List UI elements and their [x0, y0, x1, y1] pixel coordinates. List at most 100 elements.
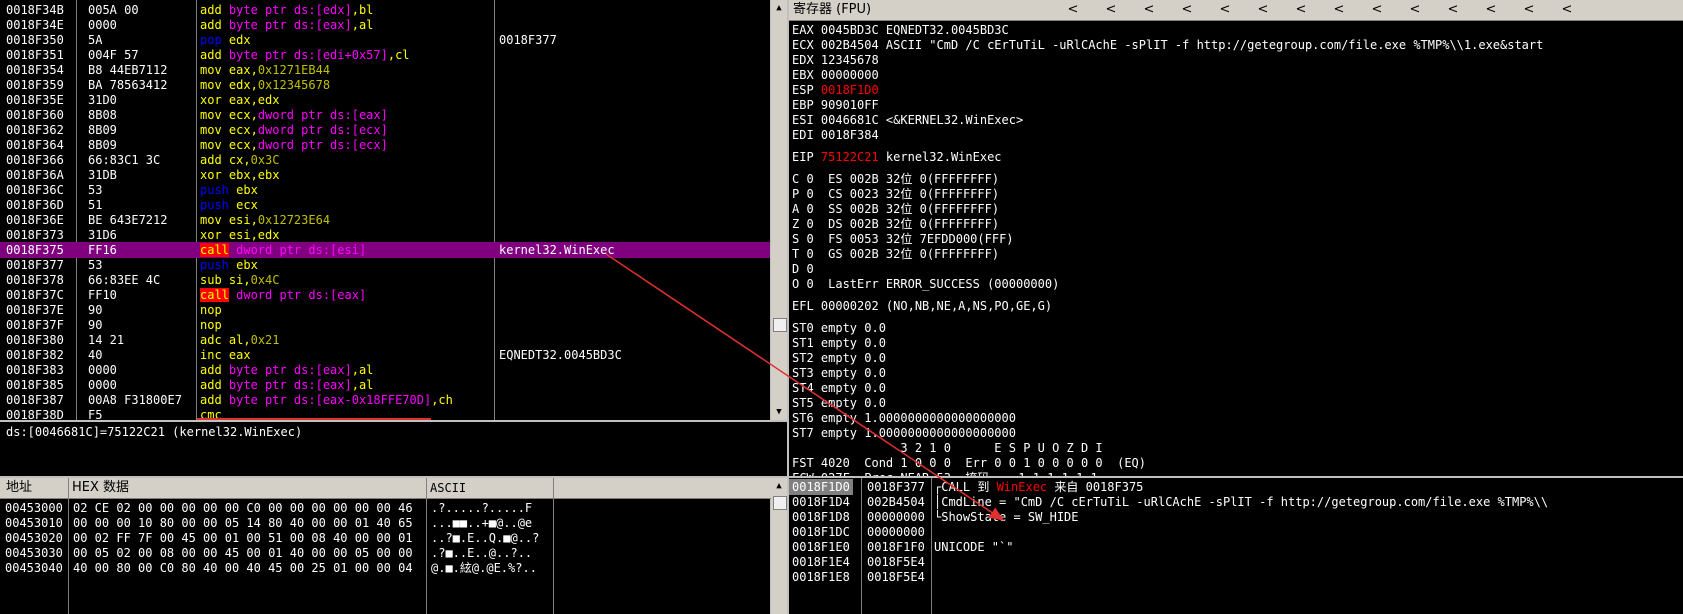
dump-ascii: @.■.絃@.@E.%?..	[431, 561, 537, 575]
disasm-row[interactable]: 0018F37F 90 nop	[0, 317, 770, 333]
nav-left-arrow-icon[interactable]: <	[1293, 2, 1309, 18]
register-line[interactable]: D 0	[792, 261, 1683, 277]
dump-header-address[interactable]: 地址	[6, 478, 32, 498]
register-line[interactable]: P 0 CS 0023 32位 0(FFFFFFFF)	[792, 186, 1683, 202]
register-line[interactable]: C 0 ES 002B 32位 0(FFFFFFFF)	[792, 171, 1683, 187]
register-line[interactable]: S 0 FS 0053 32位 7EFDD000(FFF)	[792, 231, 1683, 247]
nav-left-arrow-icon[interactable]: <	[1217, 2, 1233, 18]
nav-left-arrow-icon[interactable]: <	[1445, 2, 1461, 18]
register-line[interactable]: Z 0 DS 002B 32位 0(FFFFFFFF)	[792, 216, 1683, 232]
dump-row[interactable]: 00453000 02 CE 02 00 00 00 00 00 C0 00 00…	[0, 500, 770, 516]
nav-left-arrow-icon[interactable]: <	[1521, 2, 1537, 18]
dump-header-hex[interactable]: HEX 数据	[72, 478, 129, 498]
disasm-row[interactable]: 0018F387 00A8 F31800E7 add byte ptr ds:[ea…	[0, 392, 770, 408]
disasm-instruction: adc al,0x21	[200, 332, 280, 348]
disasm-row[interactable]: 0018F37E 90 nop	[0, 302, 770, 318]
register-line[interactable]: EDI 0018F384	[792, 127, 1683, 143]
dump-header-ascii[interactable]: ASCII	[430, 478, 466, 498]
disasm-row[interactable]: 0018F360 8B08 mov ecx,dword ptr ds:[eax]	[0, 107, 770, 123]
disasm-row[interactable]: 0018F37C FF10 call dword ptr ds:[eax]	[0, 287, 770, 303]
nav-left-arrow-icon[interactable]: <	[1141, 2, 1157, 18]
register-line[interactable]: ST5 empty 0.0	[792, 395, 1683, 411]
disasm-row[interactable]: 0018F378 66:83EE 4C sub si,0x4C	[0, 272, 770, 288]
register-line[interactable]: EBP 909010FF	[792, 97, 1683, 113]
dump-row[interactable]: 00453030 00 05 02 00 08 00 00 45 00 01 40…	[0, 545, 770, 561]
disasm-row[interactable]: 0018F36E BE 643E7212 mov esi,0x12723E64	[0, 212, 770, 228]
disasm-row[interactable]: 0018F34E 0000 add byte ptr ds:[eax],al	[0, 17, 770, 33]
nav-left-arrow-icon[interactable]: <	[1559, 2, 1575, 18]
disasm-row[interactable]: 0018F354 B8 44EB7112 mov eax,0x1271EB44	[0, 62, 770, 78]
dump-pane[interactable]: 00453000 02 CE 02 00 00 00 00 00 C0 00 00…	[0, 499, 770, 614]
disasm-row[interactable]: 0018F373 31D6 xor esi,edx	[0, 227, 770, 243]
disasm-row[interactable]: 0018F359 BA 78563412 mov edx,0x12345678	[0, 77, 770, 93]
register-line[interactable]: ST1 empty 0.0	[792, 335, 1683, 351]
nav-left-arrow-icon[interactable]: <	[1065, 2, 1081, 18]
registers-pane[interactable]: EAX 0045BD3C EQNEDT32.0045BD3C ECX 002B45…	[789, 21, 1683, 476]
register-line[interactable]: EFL 00000202 (NO,NB,NE,A,NS,PO,GE,G)	[792, 298, 1683, 314]
stack-row[interactable]: 0018F1E4 0018F5E4	[789, 554, 1683, 570]
nav-left-arrow-icon[interactable]: <	[1483, 2, 1499, 18]
register-line[interactable]: FCW 027F Prec NEAR,53 掩码 1 1 1 1 1 1	[792, 470, 1683, 476]
stack-row[interactable]: 0018F1E0 0018F1F0 UNICODE "`"	[789, 539, 1683, 555]
nav-left-arrow-icon[interactable]: <	[1255, 2, 1271, 18]
register-line[interactable]: ECX 002B4504 ASCII "CmD /C cErTuTiL -uRl…	[792, 37, 1683, 53]
nav-left-arrow-icon[interactable]: <	[1103, 2, 1119, 18]
stack-pane[interactable]: 0018F1D0 0018F377 ┌CALL 到 WinExec 来自 0018F…	[789, 478, 1683, 614]
stack-row[interactable]: 0018F1DC 00000000	[789, 524, 1683, 540]
disasm-row[interactable]: 0018F35E 31D0 xor eax,edx	[0, 92, 770, 108]
disasm-row[interactable]: 0018F383 0000 add byte ptr ds:[eax],al	[0, 362, 770, 378]
disasm-row[interactable]: 0018F366 66:83C1 3C add cx,0x3C	[0, 152, 770, 168]
disassembly-scrollbar[interactable]: ▲ ▼	[771, 0, 787, 420]
stack-row[interactable]: 0018F1D0 0018F377 ┌CALL 到 WinExec 来自 0018F…	[789, 479, 1683, 495]
register-line[interactable]: ST0 empty 0.0	[792, 320, 1683, 336]
disasm-row[interactable]: 0018F375 FF16 call dword ptr ds:[esi] kerne…	[0, 242, 770, 258]
nav-left-arrow-icon[interactable]: <	[1369, 2, 1385, 18]
disasm-row[interactable]: 0018F350 5A pop edx 0018F377	[0, 32, 770, 48]
register-line[interactable]: EIP 75122C21 kernel32.WinExec	[792, 149, 1683, 165]
disasm-row[interactable]: 0018F34B 005A 00 add byte ptr ds:[edx],bl	[0, 2, 770, 18]
nav-left-arrow-icon[interactable]: <	[1407, 2, 1423, 18]
register-line[interactable]: ST3 empty 0.0	[792, 365, 1683, 381]
register-line[interactable]: ST2 empty 0.0	[792, 350, 1683, 366]
register-line[interactable]: ST6 empty 1.0000000000000000000	[792, 410, 1683, 426]
register-line[interactable]: O 0 LastErr ERROR_SUCCESS (00000000)	[792, 276, 1683, 292]
scroll-thumb[interactable]	[773, 496, 787, 510]
nav-left-arrow-icon[interactable]: <	[1179, 2, 1195, 18]
register-line[interactable]: ST4 empty 0.0	[792, 380, 1683, 396]
dump-row[interactable]: 00453010 00 00 00 10 80 00 00 05 14 80 40…	[0, 515, 770, 531]
register-line[interactable]: 3 2 1 0 E S P U O Z D I	[792, 440, 1683, 456]
disasm-row[interactable]: 0018F36D 51 push ecx	[0, 197, 770, 213]
disasm-instruction: nop	[200, 317, 222, 333]
dump-row[interactable]: 00453020 00 02 FF 7F 00 45 00 01 00 51 00…	[0, 530, 770, 546]
disasm-row[interactable]: 0018F36A 31DB xor ebx,ebx	[0, 167, 770, 183]
register-line[interactable]: EAX 0045BD3C EQNEDT32.0045BD3C	[792, 22, 1683, 38]
register-line[interactable]: ST7 empty 1.0000000000000000000	[792, 425, 1683, 441]
register-line[interactable]: ESP 0018F1D0	[792, 82, 1683, 98]
disassembly-pane[interactable]: 0018F34B 005A 00 add byte ptr ds:[edx],bl 0…	[0, 0, 770, 420]
register-line[interactable]: ESI 0046681C <&KERNEL32.WinExec>	[792, 112, 1683, 128]
register-line[interactable]: FST 4020 Cond 1 0 0 0 Err 0 0 1 0 0 0 0 …	[792, 455, 1683, 471]
stack-address: 0018F1D4	[792, 495, 850, 509]
scroll-down-icon[interactable]: ▼	[771, 404, 787, 420]
stack-row[interactable]: 0018F1D8 00000000 └ShowState = SW_HIDE	[789, 509, 1683, 525]
scroll-up-icon[interactable]: ▲	[771, 478, 787, 494]
stack-row[interactable]: 0018F1D4 002B4504 │CmdLine = "CmD /C cErTu…	[789, 494, 1683, 510]
dump-scrollbar[interactable]: ▲	[771, 478, 787, 614]
register-line[interactable]: T 0 GS 002B 32位 0(FFFFFFFF)	[792, 246, 1683, 262]
nav-left-arrow-icon[interactable]: <	[1331, 2, 1347, 18]
disasm-row[interactable]: 0018F382 40 inc eax EQNEDT32.0045BD3C	[0, 347, 770, 363]
register-line[interactable]: A 0 SS 002B 32位 0(FFFFFFFF)	[792, 201, 1683, 217]
register-line[interactable]: EBX 00000000	[792, 67, 1683, 83]
disasm-row[interactable]: 0018F351 004F 57 add byte ptr ds:[edi+0x57…	[0, 47, 770, 63]
scroll-thumb[interactable]	[773, 318, 787, 332]
disasm-row[interactable]: 0018F36C 53 push ebx	[0, 182, 770, 198]
disasm-row[interactable]: 0018F364 8B09 mov ecx,dword ptr ds:[ecx]	[0, 137, 770, 153]
disasm-row[interactable]: 0018F385 0000 add byte ptr ds:[eax],al	[0, 377, 770, 393]
disasm-row[interactable]: 0018F377 53 push ebx	[0, 257, 770, 273]
stack-row[interactable]: 0018F1E8 0018F5E4	[789, 569, 1683, 585]
disasm-row[interactable]: 0018F362 8B09 mov ecx,dword ptr ds:[ecx]	[0, 122, 770, 138]
disasm-row[interactable]: 0018F380 14 21 adc al,0x21	[0, 332, 770, 348]
register-line[interactable]: EDX 12345678	[792, 52, 1683, 68]
dump-row[interactable]: 00453040 40 00 80 00 C0 80 40 00 40 45 00…	[0, 560, 770, 576]
scroll-up-icon[interactable]: ▲	[771, 0, 787, 16]
